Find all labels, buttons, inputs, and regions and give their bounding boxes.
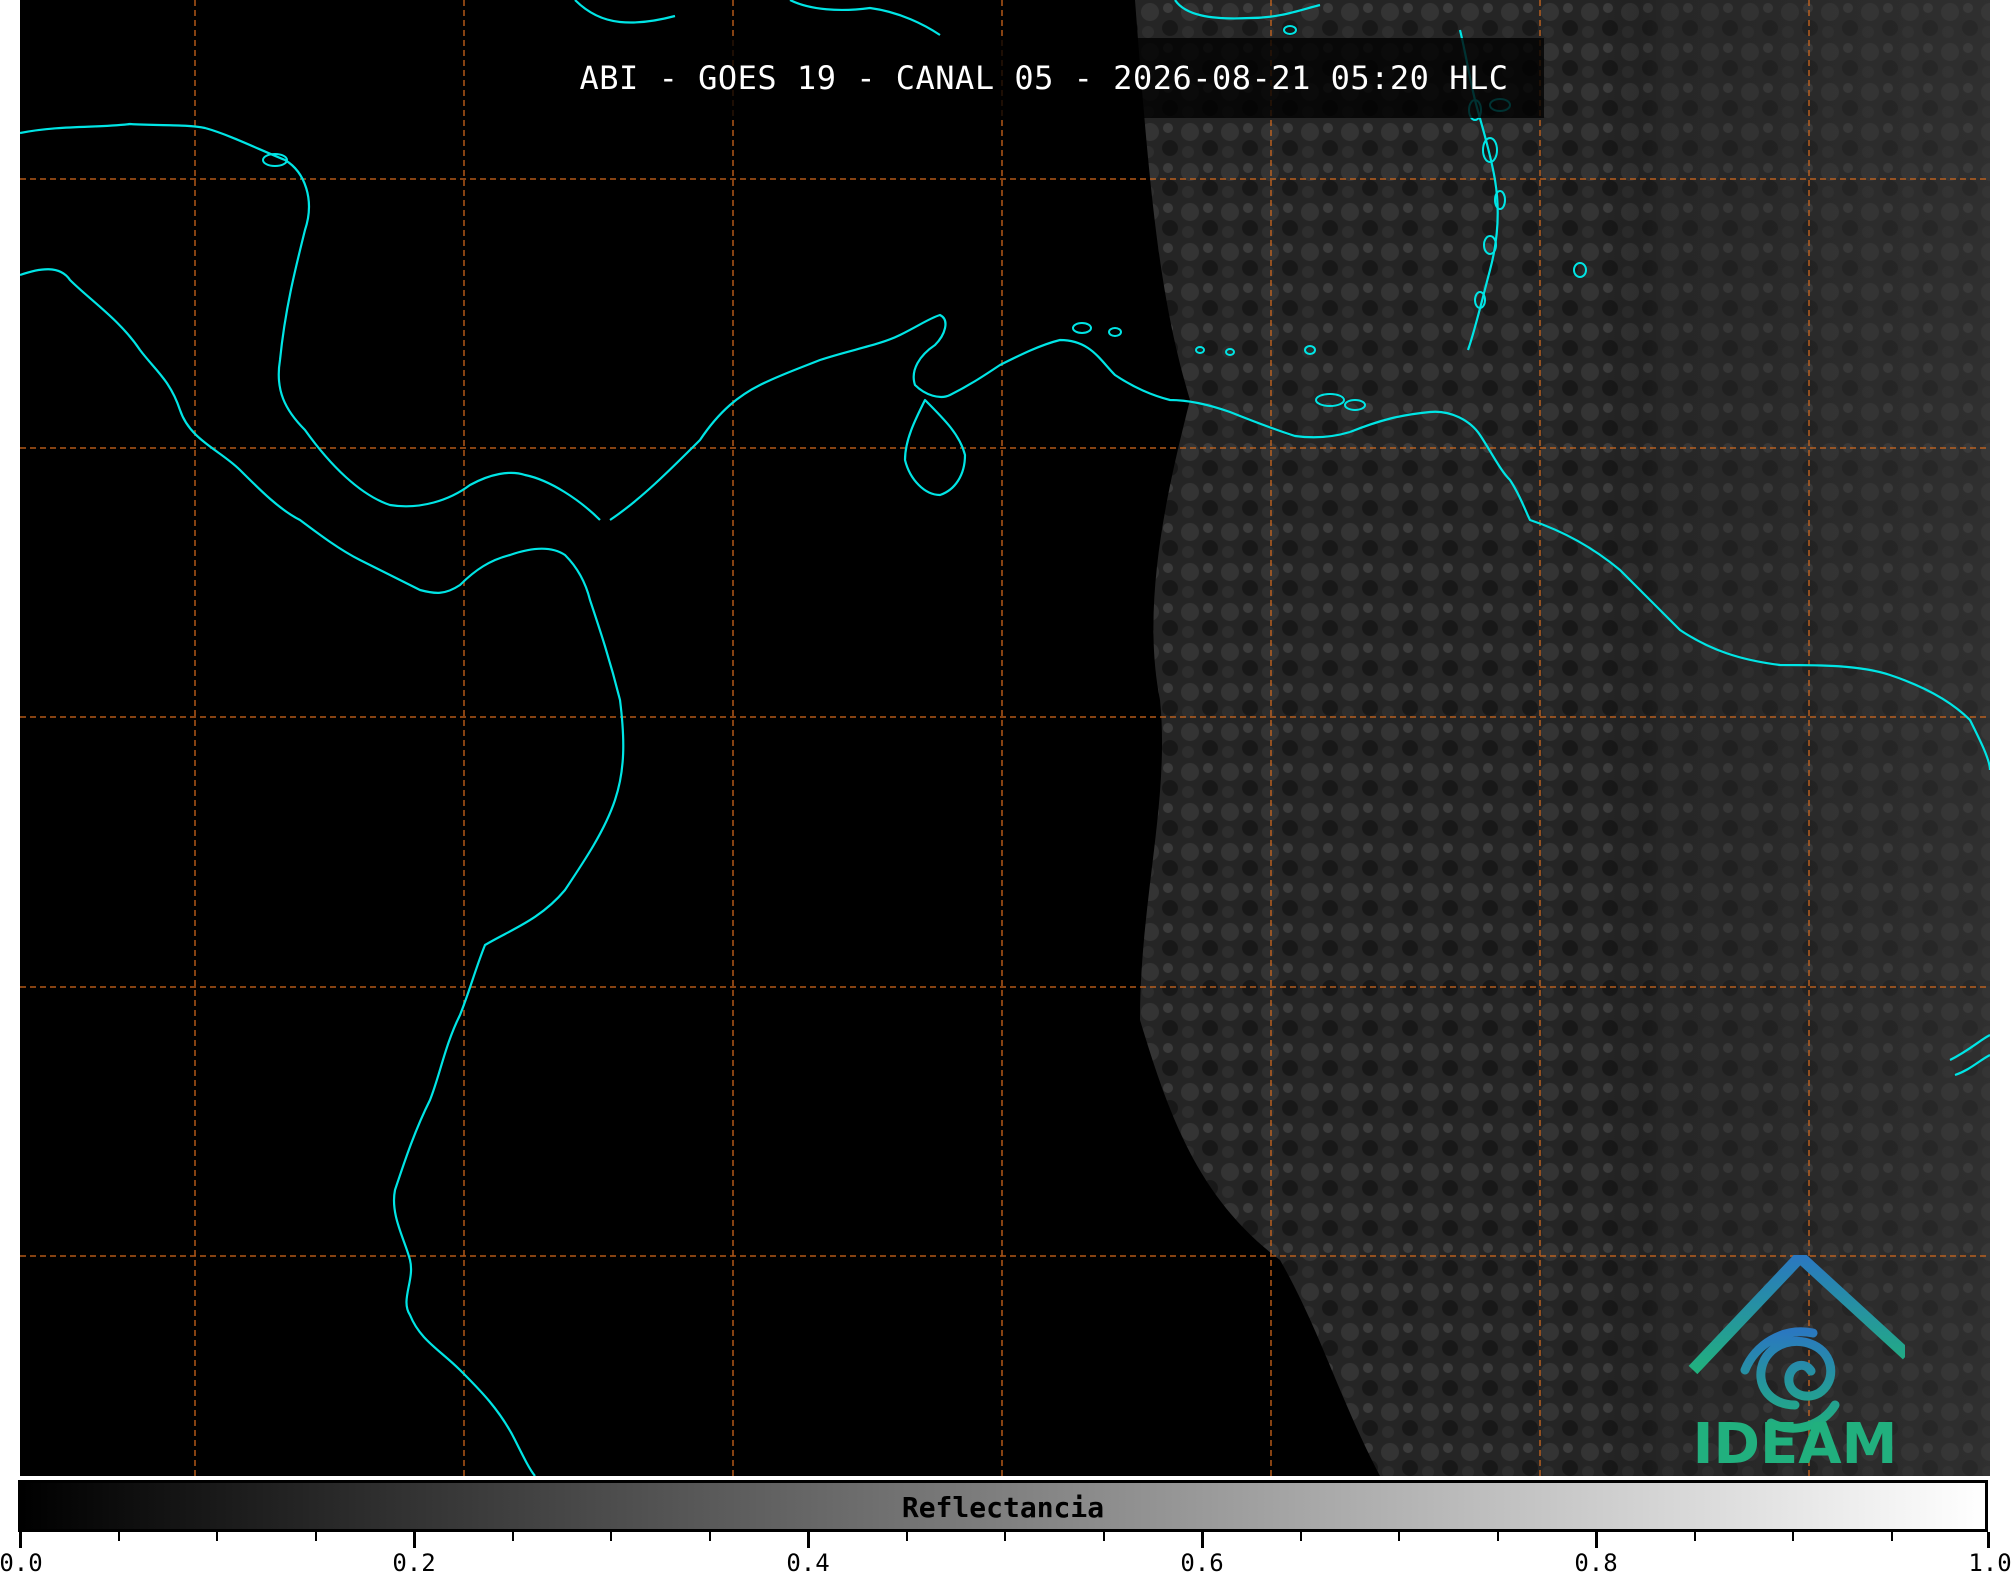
- colorbar-tick-label: 1.0: [1968, 1549, 2011, 1577]
- colorbar-minor-tick: [709, 1532, 711, 1541]
- colorbar-tick: [1595, 1532, 1598, 1548]
- colorbar-tick: [807, 1532, 810, 1548]
- colorbar-minor-tick: [1891, 1532, 1893, 1541]
- colorbar-tick: [1987, 1532, 1990, 1548]
- reflectance-colorbar: Reflectancia: [18, 1480, 1988, 1532]
- colorbar-minor-tick: [512, 1532, 514, 1541]
- colorbar-minor-tick: [1004, 1532, 1006, 1541]
- colorbar-tick-label: 0.8: [1574, 1549, 1618, 1577]
- colorbar-tick: [1201, 1532, 1204, 1548]
- colorbar-minor-tick: [118, 1532, 120, 1541]
- colorbar-tick-label: 0.6: [1180, 1549, 1224, 1577]
- title-box: ABI - GOES 19 - CANAL 05 - 2026-08-21 05…: [544, 38, 1544, 118]
- colorbar-tick-label: 0.4: [786, 1549, 830, 1577]
- colorbar-tick: [19, 1532, 22, 1548]
- colorbar-minor-tick: [906, 1532, 908, 1541]
- colorbar-tick-label: 0.0: [0, 1549, 43, 1577]
- colorbar-minor-tick: [1792, 1532, 1794, 1541]
- colorbar-label: Reflectancia: [901, 1491, 1105, 1524]
- colorbar-minor-tick: [1398, 1532, 1400, 1541]
- colorbar-tick-label: 0.2: [392, 1549, 436, 1577]
- map-title: ABI - GOES 19 - CANAL 05 - 2026-08-21 05…: [579, 59, 1509, 97]
- satellite-map: ABI - GOES 19 - CANAL 05 - 2026-08-21 05…: [20, 0, 1990, 1476]
- colorbar-minor-tick: [610, 1532, 612, 1541]
- coastline-gulf-mexico: [20, 122, 601, 521]
- colorbar-minor-tick: [1300, 1532, 1302, 1541]
- ideam-logo-text: IDEAM: [1692, 1412, 1898, 1476]
- colorbar-minor-tick: [1103, 1532, 1105, 1541]
- colorbar-tick: [413, 1532, 416, 1548]
- colorbar-minor-tick: [216, 1532, 218, 1541]
- colorbar-minor-tick: [1497, 1532, 1499, 1541]
- colorbar-minor-tick: [1694, 1532, 1696, 1541]
- colorbar-minor-tick: [315, 1532, 317, 1541]
- satellite-figure: ABI - GOES 19 - CANAL 05 - 2026-08-21 05…: [0, 0, 2011, 1577]
